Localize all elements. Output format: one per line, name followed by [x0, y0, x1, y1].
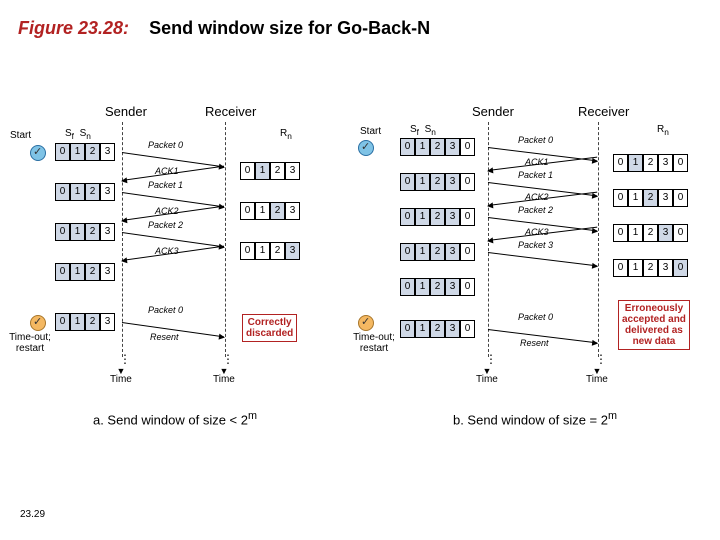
msg-resent-b: Resent: [520, 338, 549, 348]
time-r-b: Time: [586, 368, 608, 385]
msg-a2-a: ACK2: [155, 206, 179, 216]
sender-win-a-3: 0123: [55, 263, 115, 281]
timeout-dot-icon-b: [358, 315, 374, 331]
callout-erroneous: Erroneously accepted and delivered as ne…: [618, 300, 690, 350]
label-timeout-b: Time-out; restart: [348, 332, 400, 354]
receiver-timeline-b: [598, 122, 599, 357]
diagram-area: Sender Receiver Start Time-out; restart …: [10, 110, 710, 440]
msg-p1-a: Packet 1: [148, 180, 183, 190]
figure-title: Figure 23.28: Send window size for Go-Ba…: [0, 0, 720, 39]
recv-win-a-1: 0123: [240, 202, 300, 220]
vdots-r-b: ⋮: [595, 352, 607, 366]
msg-p0r-a: Packet 0: [148, 305, 183, 315]
label-sender-a: Sender: [105, 104, 147, 119]
msg-p3-b: Packet 3: [518, 240, 553, 250]
arrow-p3-b: [488, 252, 597, 266]
vdots-r-a: ⋮: [222, 352, 234, 366]
receiver-timeline-a: [225, 122, 226, 357]
recv-win-b-2: 01230: [613, 224, 688, 242]
label-sender-b: Sender: [472, 104, 514, 119]
label-rn-b: Rn: [657, 124, 669, 137]
msg-a1-b: ACK1: [525, 157, 549, 167]
recv-win-a-0: 0123: [240, 162, 300, 180]
start-dot-icon-a: [30, 145, 46, 161]
panel-a: Sender Receiver Start Time-out; restart …: [10, 110, 340, 440]
msg-a3-a: ACK3: [155, 246, 179, 256]
recv-win-b-3: 01230: [613, 259, 688, 277]
label-sfsn-a: Sf Sn: [65, 128, 91, 141]
sender-win-a-2: 0123: [55, 223, 115, 241]
vdots-s-a: ⋮: [119, 352, 131, 366]
msg-p1-b: Packet 1: [518, 170, 553, 180]
sender-win-b-3: 01230: [400, 243, 475, 261]
msg-p0r-b: Packet 0: [518, 312, 553, 322]
msg-p2-a: Packet 2: [148, 220, 183, 230]
label-sfsn-b: Sf Sn: [410, 124, 436, 137]
panel-b: Sender Receiver Start Time-out; restart …: [360, 110, 710, 440]
figure-text: Send window size for Go-Back-N: [149, 18, 430, 38]
sender-win-b-2: 01230: [400, 208, 475, 226]
label-receiver-a: Receiver: [205, 104, 256, 119]
time-s-b: Time: [476, 368, 498, 385]
sender-win-b-4: 01230: [400, 278, 475, 296]
sender-win-a-1: 0123: [55, 183, 115, 201]
recv-win-b-1: 01230: [613, 189, 688, 207]
timeout-dot-icon-a: [30, 315, 46, 331]
label-rn-a: Rn: [280, 128, 292, 141]
label-receiver-b: Receiver: [578, 104, 629, 119]
vdots-s-b: ⋮: [485, 352, 497, 366]
sender-win-a-0: 0123: [55, 143, 115, 161]
start-dot-icon-b: [358, 140, 374, 156]
msg-resent-a: Resent: [150, 332, 179, 342]
page-number: 23.29: [20, 509, 45, 520]
msg-p0-b: Packet 0: [518, 135, 553, 145]
caption-a: a. Send window of size < 2m: [10, 410, 340, 427]
label-start-a: Start: [10, 130, 31, 141]
recv-win-a-2: 0123: [240, 242, 300, 260]
time-r-a: Time: [213, 368, 235, 385]
recv-win-b-0: 01230: [613, 154, 688, 172]
msg-a1-a: ACK1: [155, 166, 179, 176]
label-timeout-a: Time-out; restart: [5, 332, 55, 354]
sender-win-a-4: 0123: [55, 313, 115, 331]
msg-p0-a: Packet 0: [148, 140, 183, 150]
sender-win-b-1: 01230: [400, 173, 475, 191]
label-start-b: Start: [360, 126, 381, 137]
time-s-a: Time: [110, 368, 132, 385]
msg-p2-b: Packet 2: [518, 205, 553, 215]
figure-label: Figure 23.28:: [18, 18, 129, 38]
sender-win-b-0: 01230: [400, 138, 475, 156]
msg-a2-b: ACK2: [525, 192, 549, 202]
sender-win-b-5: 01230: [400, 320, 475, 338]
callout-correctly: Correctly discarded: [242, 314, 297, 342]
msg-a3-b: ACK3: [525, 227, 549, 237]
caption-b: b. Send window of size = 2m: [360, 410, 710, 427]
